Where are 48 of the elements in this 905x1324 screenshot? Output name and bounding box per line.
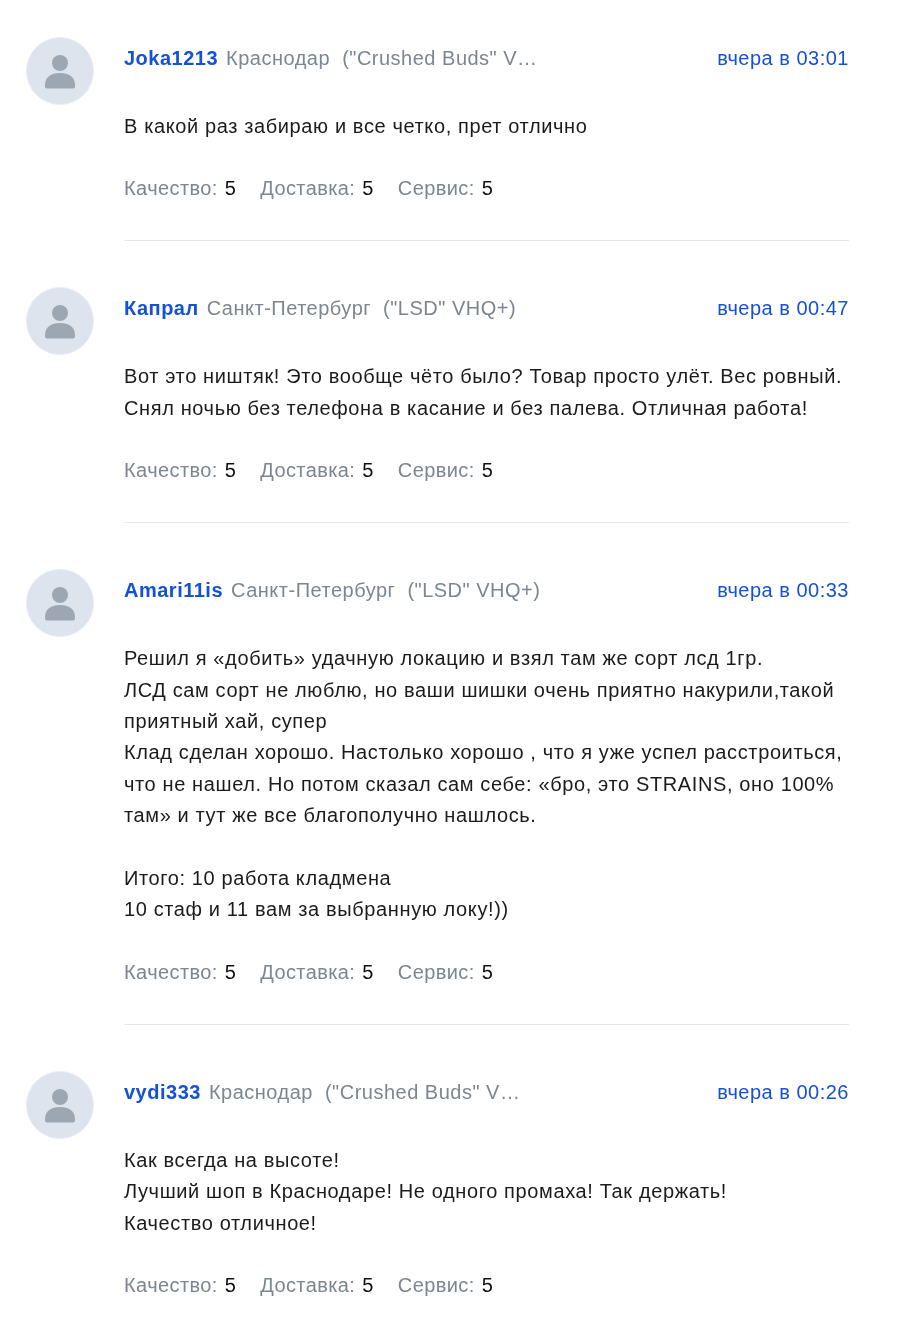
rating-value: 5 [224,959,237,985]
product-label: ("Crushed Buds" V… [342,46,538,71]
user-avatar-icon [26,37,94,105]
rating-label: Сервис: [397,1273,475,1299]
user-avatar-icon [26,569,94,638]
username-link[interactable]: Amari11is [124,576,223,605]
rating-value: 5 [362,458,374,484]
rating-label: Качество: [124,176,218,202]
rating-value: 5 [224,458,237,484]
rating-value: 5 [224,176,237,202]
city-label: Краснодар [226,46,331,71]
review-text: В какой раз забираю и все четко, прет отлично [124,114,589,139]
rating-value: 5 [481,1273,494,1299]
rating-label: Качество: [124,959,218,985]
city-label: Санкт-Петербург [206,296,372,322]
product-label: ("LSD" VHQ+) [407,578,541,604]
date-link[interactable]: вчера в 03:01 [717,44,849,72]
rating-value: 5 [362,176,374,202]
product-label: ("LSD" VHQ+) [383,296,517,322]
user-avatar-icon [26,287,94,356]
rating-label: Качество: [124,458,218,484]
rating-label: Качество: [124,1273,218,1299]
review-text: Вот это ништяк! Это вообще чёто было? Товар просто улёт. Вес ровный. Снял ночью без телефона в касание и без палева. Отличная работа! [124,364,844,421]
username-link[interactable]: Капрал [124,294,199,323]
rating-label: Сервис: [397,959,475,985]
review-text: Как всегда на высоте! Лучший шоп в Краснодаре! Не одного промаха! Так держать! Качество отличное! [124,1147,728,1236]
product-label: ("Crushed Buds" V… [324,1079,521,1105]
user-avatar-icon [26,1070,94,1139]
date-link[interactable]: вчера в 00:47 [717,294,849,323]
rating-label: Доставка: [260,1273,356,1299]
rating-value: 5 [481,458,494,484]
rating-value: 5 [481,959,494,985]
date-link[interactable]: вчера в 00:33 [717,576,849,605]
date-link[interactable]: вчера в 00:26 [717,1077,849,1106]
username-link[interactable]: Joka1213 [124,44,219,72]
rating-label: Доставка: [260,458,356,484]
review-text: Решил я «добить» удачную локацию и взял там же сорт лсд 1гр. ЛСД сам сорт не люблю, но ваши шишки очень приятно накурили,такой приятный хай, супер Клад сделан хорошо. Настолько хорошо , что я уже успел расстроиться, что не нашел. Но потом сказал сам себе: «бро, это STRAINS, оно 100% там» и тут же все благополучно нашлось. Итого: 10 работа кладмена 10 стаф и 11 вам за выбранную локу!)) [124,646,844,923]
rating-label: Доставка: [260,959,356,985]
rating-label: Сервис: [397,458,475,484]
rating-value: 5 [224,1273,237,1299]
rating-label: Доставка: [260,176,356,202]
rating-label: Сервис: [397,176,475,202]
city-label: Краснодар [208,1079,313,1105]
username-link[interactable]: vydi333 [124,1077,201,1106]
rating-value: 5 [362,959,374,985]
rating-value: 5 [362,1273,374,1299]
rating-value: 5 [481,176,494,202]
city-label: Санкт-Петербург [231,578,396,604]
